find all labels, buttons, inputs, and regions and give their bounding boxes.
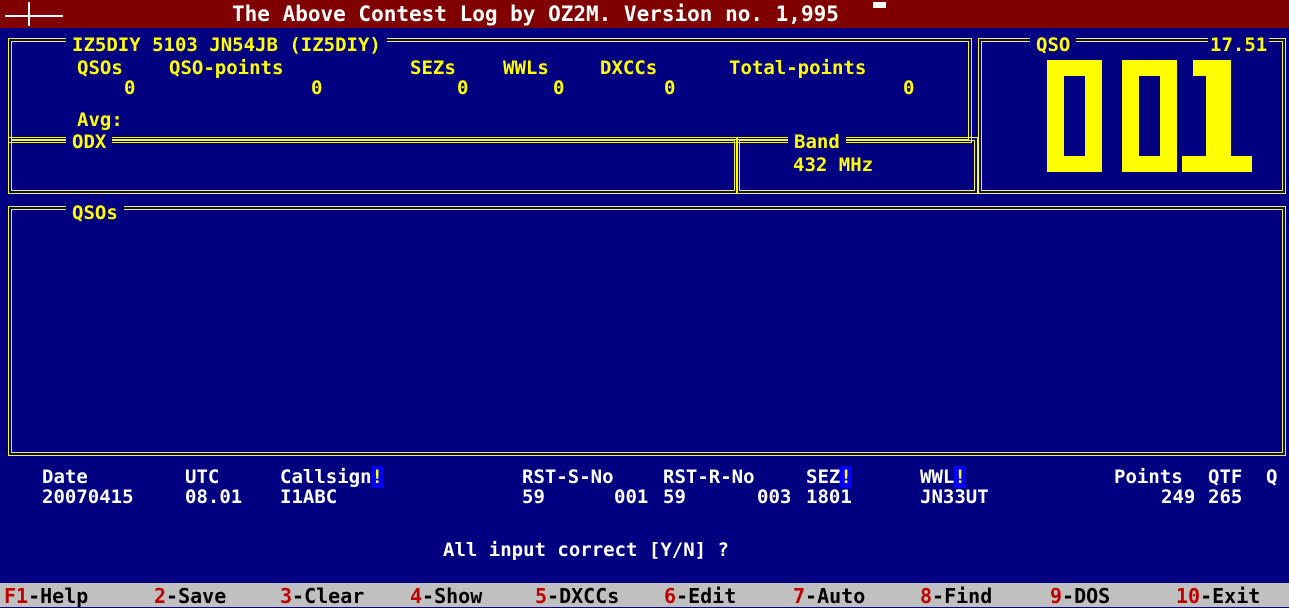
qso-counter-label: QSO	[1030, 35, 1077, 55]
callsign-field[interactable]: I1ABC	[280, 487, 337, 507]
qtf-header: QTF	[1208, 466, 1243, 488]
mouse-cursor-icon-vertical	[28, 2, 30, 26]
wwl-field[interactable]: JN33UT	[920, 487, 989, 507]
sez-header: SEZ!	[806, 466, 852, 488]
fkey-dxccs[interactable]: 5-DXCCs	[535, 585, 619, 607]
fkey-show[interactable]: 4-Show	[410, 585, 482, 607]
qsos-value: 0	[124, 77, 136, 99]
band-label: Band	[788, 132, 846, 152]
utc-field[interactable]: 08.01	[185, 487, 242, 507]
avg-label: Avg:	[77, 109, 123, 131]
date-field[interactable]: 20070415	[42, 487, 134, 507]
fkey-dos[interactable]: 9-DOS	[1050, 585, 1110, 607]
sezs-value: 0	[457, 77, 469, 99]
fkey-auto[interactable]: 7-Auto	[793, 585, 865, 607]
callsign-required-mark: !	[371, 466, 383, 488]
fkey-help[interactable]: F1-Help	[4, 585, 88, 607]
text-cursor-icon	[873, 2, 886, 8]
rst-received-field[interactable]: 59	[663, 487, 686, 507]
fkey-clear[interactable]: 3-Clear	[280, 585, 364, 607]
total-points-label: Total-points	[729, 57, 867, 79]
wwls-value: 0	[553, 77, 565, 99]
qtf-field: 265	[1208, 486, 1243, 508]
odx-label: ODX	[66, 132, 113, 152]
q-header: Q	[1266, 466, 1278, 488]
sez-required-mark: !	[840, 466, 852, 488]
total-points-value: 0	[903, 77, 915, 99]
station-header: IZ5DIY 5103 JN54JB (IZ5DIY)	[66, 35, 387, 55]
dxccs-value: 0	[664, 77, 676, 99]
no-sent-field[interactable]: 001	[614, 487, 648, 507]
app-title: The Above Contest Log by OZ2M. Version n…	[232, 2, 839, 26]
date-header: Date	[42, 466, 88, 488]
points-field: 249	[1161, 486, 1196, 508]
dxccs-label: DXCCs	[600, 57, 658, 79]
mouse-cursor-icon	[5, 15, 63, 17]
qsos-list-label: QSOs	[66, 203, 124, 223]
fkey-save[interactable]: 2-Save	[154, 585, 226, 607]
sezs-label: SEZs	[410, 57, 456, 79]
band-value: 432 MHz	[793, 154, 874, 176]
function-key-bar: F1-Help 2-Save 3-Clear 4-Show 5-DXCCs 6-…	[0, 583, 1289, 607]
utc-header: UTC	[185, 466, 220, 488]
callsign-header: Callsign!	[280, 466, 383, 488]
wwl-required-mark: !	[954, 466, 966, 488]
qso-time: 17.51	[1208, 34, 1270, 56]
fkey-exit[interactable]: 10-Exit	[1176, 585, 1260, 607]
rst-s-no-header: RST-S-No	[522, 466, 614, 488]
fkey-edit[interactable]: 6-Edit	[664, 585, 736, 607]
odx-box	[8, 137, 738, 194]
qsos-list-box[interactable]	[8, 206, 1286, 456]
no-received-field[interactable]: 003	[757, 487, 791, 507]
qso-points-label: QSO-points	[169, 57, 284, 79]
rst-sent-field[interactable]: 59	[522, 487, 545, 507]
fkey-find[interactable]: 8-Find	[920, 585, 992, 607]
title-bar: The Above Contest Log by OZ2M. Version n…	[0, 0, 1289, 28]
wwls-label: WWLs	[503, 57, 549, 79]
qso-points-value: 0	[311, 77, 323, 99]
points-header: Points	[1114, 466, 1183, 488]
confirm-prompt[interactable]: All input correct [Y/N] ?	[443, 539, 729, 561]
qsos-label: QSOs	[77, 57, 123, 79]
sez-field[interactable]: 1801	[806, 487, 852, 507]
wwl-header: WWL!	[920, 466, 966, 488]
rst-r-no-header: RST-R-No	[663, 466, 755, 488]
